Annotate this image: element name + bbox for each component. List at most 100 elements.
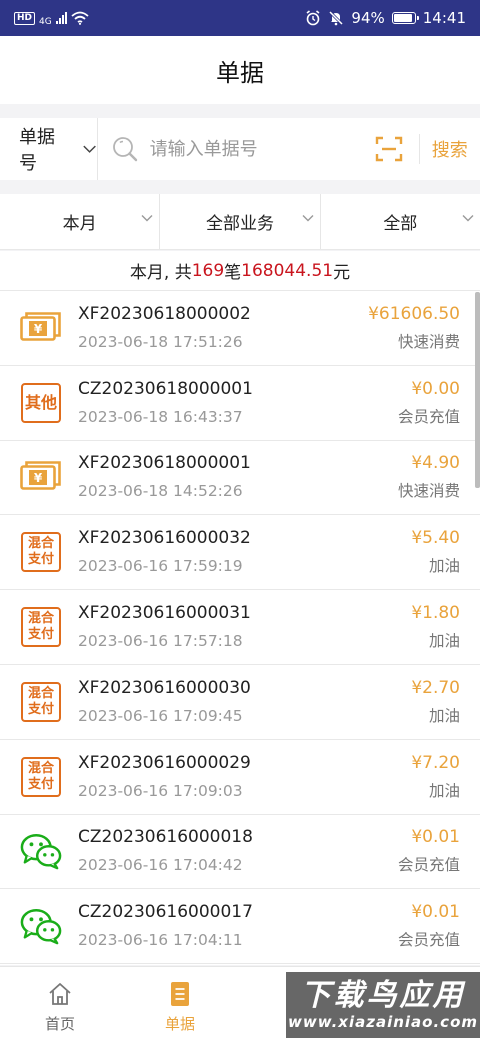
bill-amount: ¥5.40 — [411, 528, 460, 549]
bill-number: CZ20230616000017 — [78, 902, 253, 923]
battery-percent: 94% — [351, 9, 385, 27]
bill-info: XF20230616000030 2023-06-16 17:09:45 — [78, 676, 411, 728]
bill-row[interactable]: 混合 支付 XF20230616000030 2023-06-16 17:09:4… — [0, 665, 480, 740]
document-icon — [171, 982, 189, 1006]
mixed-pay-icon: 混合 支付 — [20, 756, 62, 798]
status-bar: HD 4G 94% 14:41 — [0, 0, 480, 36]
bill-number: XF20230618000002 — [78, 303, 251, 324]
watermark-logo: 下载鸟应用 www.xiazainiao.com — [286, 972, 480, 1038]
bill-amount: ¥4.90 — [411, 453, 460, 474]
summary-count: 169 — [191, 260, 225, 281]
filter-status[interactable]: 全部 — [321, 194, 480, 249]
list-scrollbar[interactable] — [475, 292, 480, 488]
mute-icon — [329, 10, 344, 26]
bill-time: 2023-06-18 14:52:26 — [78, 482, 243, 501]
scan-icon[interactable] — [375, 135, 403, 163]
bill-info: XF20230618000002 2023-06-18 17:51:26 — [78, 302, 368, 354]
bill-time: 2023-06-16 17:04:42 — [78, 856, 243, 875]
watermark-title: 下载鸟应用 — [300, 978, 466, 1013]
filter-business[interactable]: 全部业务 — [160, 194, 321, 249]
summary-suffix: 元 — [333, 263, 351, 283]
other-icon-label: 其他 — [21, 382, 61, 423]
filter-period-label: 本月 — [62, 214, 97, 234]
bill-right: ¥61606.50 快速消费 — [368, 302, 460, 354]
mixed-pay-icon: 混合 支付 — [20, 606, 62, 648]
battery-icon — [391, 12, 419, 24]
bill-number: XF20230616000031 — [78, 603, 251, 624]
search-field — [98, 118, 419, 180]
wifi-icon — [71, 11, 89, 25]
bill-info: XF20230618000001 2023-06-18 14:52:26 — [78, 451, 398, 503]
bill-amount: ¥7.20 — [411, 752, 460, 773]
page-title: 单据 — [216, 58, 264, 87]
bill-type: 会员充值 — [397, 407, 460, 426]
mixed-pay-icon-label: 混合 支付 — [21, 532, 61, 573]
tab-bills-label: 单据 — [164, 1015, 195, 1033]
bill-type: 加油 — [428, 781, 460, 800]
search-button[interactable]: 搜索 — [419, 136, 480, 162]
wechat-icon — [20, 905, 62, 947]
bill-type: 加油 — [428, 706, 460, 725]
bill-row[interactable]: ¥ XF20230618000001 2023-06-18 14:52:26 ¥… — [0, 441, 480, 516]
bill-number: CZ20230616000018 — [78, 827, 253, 848]
chevron-down-icon — [302, 215, 314, 222]
filter-period[interactable]: 本月 — [0, 194, 161, 249]
watermark-url: www.xiazainiao.com — [287, 1013, 479, 1031]
bill-type: 快速消费 — [397, 482, 460, 501]
bill-info: XF20230616000029 2023-06-16 17:09:03 — [78, 751, 411, 803]
bill-number: XF20230618000001 — [78, 453, 251, 474]
bill-row[interactable]: CZ20230616000018 2023-06-16 17:04:42 ¥0.… — [0, 815, 480, 890]
bill-number-input[interactable] — [149, 138, 375, 160]
bill-row[interactable]: 其他 CZ20230618000001 2023-06-18 16:43:37 … — [0, 366, 480, 441]
other-icon: 其他 — [20, 382, 62, 424]
bill-type: 会员充值 — [397, 931, 460, 950]
bill-amount: ¥0.01 — [411, 827, 460, 848]
bill-time: 2023-06-18 16:43:37 — [78, 407, 243, 426]
bill-time: 2023-06-16 17:09:03 — [78, 781, 243, 800]
bill-row[interactable]: CZ20230616000017 2023-06-16 17:04:11 ¥0.… — [0, 889, 480, 965]
bill-list: ¥ XF20230618000002 2023-06-18 17:51:26 ¥… — [0, 291, 480, 965]
bill-time: 2023-06-16 17:09:45 — [78, 706, 243, 725]
bill-info: CZ20230618000001 2023-06-18 16:43:37 — [78, 377, 398, 429]
bill-row[interactable]: 混合 支付 XF20230616000029 2023-06-16 17:09:0… — [0, 740, 480, 815]
bill-info: XF20230616000031 2023-06-16 17:57:18 — [78, 601, 411, 653]
bill-info: XF20230616000032 2023-06-16 17:59:19 — [78, 526, 411, 578]
bill-time: 2023-06-16 17:57:18 — [78, 632, 243, 651]
bill-info: CZ20230616000018 2023-06-16 17:04:42 — [78, 825, 398, 877]
search-type-select[interactable]: 单据号 — [0, 118, 98, 180]
bill-amount: ¥2.70 — [411, 677, 460, 698]
search-icon — [112, 137, 137, 162]
status-left: HD 4G — [14, 10, 89, 27]
page-header: 单据 — [0, 36, 480, 104]
bill-row[interactable]: ¥ XF20230618000002 2023-06-18 17:51:26 ¥… — [0, 291, 480, 366]
wechat-icon — [20, 830, 62, 872]
filter-bar: 本月 全部业务 全部 — [0, 194, 480, 250]
bill-number: XF20230616000029 — [78, 752, 251, 773]
tab-home[interactable]: 首页 — [0, 967, 120, 1040]
bill-right: ¥1.80 加油 — [411, 601, 460, 653]
bill-number: XF20230616000030 — [78, 677, 251, 698]
bill-type: 加油 — [428, 557, 460, 576]
bill-type: 快速消费 — [397, 332, 460, 351]
bill-row[interactable]: 混合 支付 XF20230616000031 2023-06-16 17:57:1… — [0, 590, 480, 665]
bill-number: CZ20230618000001 — [78, 378, 253, 399]
chevron-down-icon — [141, 215, 153, 222]
mixed-pay-icon: 混合 支付 — [20, 681, 62, 723]
bill-right: ¥7.20 加油 — [411, 751, 460, 803]
hd-badge: HD — [14, 11, 36, 25]
summary-line: 本月, 共 169 笔 168044.51 元 — [0, 251, 480, 291]
network-type: 4G — [39, 16, 52, 27]
bill-amount: ¥61606.50 — [368, 303, 460, 324]
summary-prefix: 本月, 共 — [129, 263, 192, 283]
bill-right: ¥0.01 会员充值 — [398, 825, 460, 877]
tab-bills[interactable]: 单据 — [120, 967, 240, 1040]
signal-icon — [55, 12, 67, 24]
bill-right: ¥4.90 快速消费 — [398, 451, 460, 503]
battery-fill — [393, 14, 412, 22]
bill-time: 2023-06-18 17:51:26 — [78, 332, 243, 351]
bill-right: ¥0.01 会员充值 — [398, 900, 460, 952]
mixed-pay-icon-label: 混合 支付 — [21, 681, 61, 722]
clock: 14:41 — [422, 9, 466, 27]
bill-type: 会员充值 — [397, 856, 460, 875]
bill-row[interactable]: 混合 支付 XF20230616000032 2023-06-16 17:59:1… — [0, 515, 480, 591]
